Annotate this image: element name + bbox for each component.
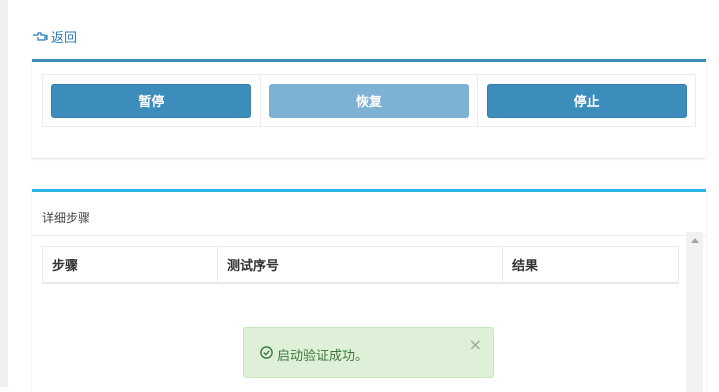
success-toast: 启动验证成功。 × bbox=[243, 327, 494, 378]
column-header-test-number[interactable]: 测试序号 bbox=[218, 247, 503, 282]
column-header-step[interactable]: 步骤 bbox=[43, 247, 218, 282]
control-panel: 暂停 恢复 停止 bbox=[32, 59, 706, 158]
check-circle-icon bbox=[260, 346, 273, 363]
left-sidebar-strip bbox=[0, 0, 8, 387]
steps-table-header: 步骤 测试序号 结果 bbox=[42, 246, 679, 284]
vertical-scrollbar[interactable] bbox=[686, 232, 703, 392]
control-cell: 恢复 bbox=[261, 75, 479, 126]
control-cell: 暂停 bbox=[43, 75, 261, 126]
control-button-row: 暂停 恢复 停止 bbox=[42, 74, 696, 127]
toast-message-row: 启动验证成功。 bbox=[260, 345, 368, 364]
pause-button[interactable]: 暂停 bbox=[51, 83, 252, 118]
resume-button[interactable]: 恢复 bbox=[269, 83, 469, 118]
back-link[interactable]: 返回 bbox=[32, 27, 77, 46]
toast-message: 启动验证成功。 bbox=[277, 349, 369, 364]
panel-divider bbox=[32, 235, 706, 236]
hand-point-left-icon bbox=[32, 30, 48, 44]
back-link-label: 返回 bbox=[51, 31, 78, 46]
scroll-up-arrow-icon[interactable] bbox=[691, 238, 699, 243]
close-icon[interactable]: × bbox=[469, 335, 482, 354]
stop-button[interactable]: 停止 bbox=[486, 83, 687, 118]
control-cell: 停止 bbox=[478, 75, 695, 126]
column-header-result[interactable]: 结果 bbox=[503, 247, 678, 282]
steps-panel-title: 详细步骤 bbox=[42, 211, 91, 225]
